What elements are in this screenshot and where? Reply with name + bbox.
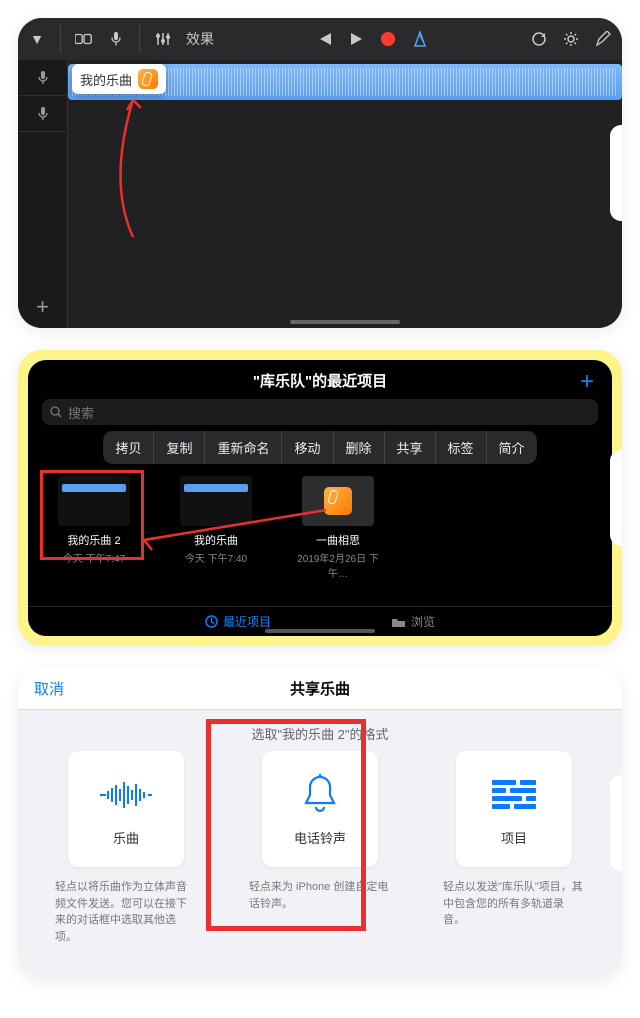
tab-recent[interactable]: 最近项目 [205, 613, 271, 630]
tracks-icon [492, 772, 536, 818]
track-view-icon[interactable] [75, 32, 93, 46]
edit-icon[interactable] [594, 31, 612, 47]
ctx-rename[interactable]: 重新命名 [205, 431, 282, 464]
file-thumbnail [180, 476, 252, 526]
home-indicator [265, 629, 375, 633]
rewind-icon[interactable] [315, 32, 333, 46]
mic-icon[interactable] [107, 31, 125, 47]
file-item[interactable]: 我的乐曲 今天 下午7:40 [172, 476, 260, 580]
sliders-icon[interactable] [154, 31, 172, 47]
share-title: 共享乐曲 [290, 678, 350, 699]
timeline-body[interactable]: 我的乐曲 [68, 60, 622, 328]
home-indicator [290, 320, 400, 324]
file-thumbnail [302, 476, 374, 526]
ctx-info[interactable]: 简介 [487, 431, 537, 464]
option-project[interactable]: 项目 轻点以发送"库乐队"项目，其中包含您的所有多轨道录音。 [439, 751, 589, 945]
files-browser-panel: "库乐队"的最近项目 + 搜索 拷贝 复制 重新命名 移动 删除 共享 标签 简… [18, 350, 622, 646]
ctx-tags[interactable]: 标签 [436, 431, 487, 464]
dropdown-icon[interactable]: ▼ [28, 31, 46, 47]
file-item[interactable]: 一曲相思 2019年2月26日 下午… [294, 476, 382, 580]
annotation-highlight-box [40, 470, 144, 560]
metronome-icon[interactable] [411, 31, 429, 47]
share-header: 取消 共享乐曲 [18, 668, 622, 710]
ctx-share[interactable]: 共享 [385, 431, 436, 464]
add-track-button[interactable]: + [18, 286, 67, 328]
fx-button[interactable]: 效果 [186, 29, 214, 49]
ctx-copy[interactable]: 拷贝 [103, 431, 154, 464]
loop-icon[interactable] [530, 30, 548, 48]
tracks-column: + [18, 60, 68, 328]
garageband-editor-panel: ▼ 效果 [18, 18, 622, 328]
garageband-app-icon [138, 69, 158, 89]
waveform-icon [98, 772, 154, 818]
context-menu: 拷贝 复制 重新命名 移动 删除 共享 标签 简介 [103, 431, 536, 464]
files-grid: 我的乐曲 2 今天 下午7:47 我的乐曲 今天 下午7:40 一曲相思 201… [42, 476, 598, 580]
song-title-text: 我的乐曲 [80, 70, 132, 89]
search-input[interactable]: 搜索 [42, 399, 598, 425]
settings-icon[interactable] [562, 30, 580, 48]
cancel-button[interactable]: 取消 [34, 678, 64, 699]
add-button[interactable]: + [580, 368, 594, 396]
ctx-move[interactable]: 移动 [282, 431, 333, 464]
editor-toolbar: ▼ 效果 [18, 18, 622, 60]
track-1-mic-icon[interactable] [18, 60, 67, 96]
share-options: 乐曲 轻点以将乐曲作为立体声音频文件发送。您可以在接下来的对话框中选取其他选项。… [18, 751, 622, 945]
browser-title: "库乐队"的最近项目 + [42, 370, 598, 391]
song-title-popup[interactable]: 我的乐曲 [72, 64, 166, 94]
ctx-delete[interactable]: 删除 [334, 431, 385, 464]
annotation-highlight-box [206, 719, 366, 931]
tab-browse[interactable]: 浏览 [391, 613, 435, 630]
option-song[interactable]: 乐曲 轻点以将乐曲作为立体声音频文件发送。您可以在接下来的对话框中选取其他选项。 [51, 751, 201, 945]
track-2-mic-icon[interactable] [18, 96, 67, 132]
share-sheet-panel: 取消 共享乐曲 选取"我的乐曲 2"的格式 乐曲 轻点以将乐曲作为立体声音频文件… [18, 668, 622, 978]
search-placeholder: 搜索 [68, 403, 94, 422]
record-icon[interactable] [379, 32, 397, 46]
play-icon[interactable] [347, 32, 365, 46]
bottom-tabs: 最近项目 浏览 [28, 606, 612, 630]
annotation-arrow [88, 92, 158, 242]
ctx-duplicate[interactable]: 复制 [154, 431, 205, 464]
